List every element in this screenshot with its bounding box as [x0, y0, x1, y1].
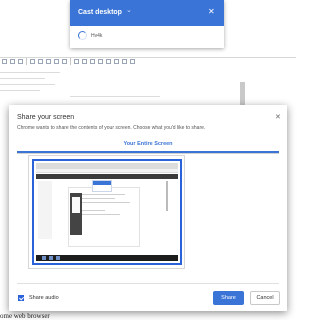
screen-selection[interactable]: [32, 159, 182, 265]
toolbar-icon: [30, 59, 35, 64]
preview-taskbar-icon: [42, 256, 46, 260]
share-screen-dialog: Share your screen ✕ Chrome wants to shar…: [9, 105, 287, 311]
preview-cast-popup: [92, 180, 112, 192]
background-text-line: [0, 78, 45, 79]
preview-scrollbar: [166, 181, 168, 211]
toolbar-icon: [62, 59, 67, 64]
preview-taskbar-icon: [49, 256, 53, 260]
toolbar-icon: [38, 59, 43, 64]
toolbar-divider: [26, 58, 27, 65]
toolbar-icon: [10, 59, 15, 64]
toolbar-divider: [70, 58, 71, 65]
toolbar-icon: [2, 59, 7, 64]
toolbar-icon: [114, 59, 119, 64]
screen-thumbnail[interactable]: [28, 155, 185, 269]
cancel-button[interactable]: Cancel: [250, 291, 280, 305]
close-icon[interactable]: ✕: [275, 113, 281, 121]
toolbar-icon: [130, 59, 135, 64]
cast-desktop-popup: Cast desktop ⌄ ✕ Hv4k: [70, 0, 224, 48]
background-toolbar: [0, 57, 296, 65]
toolbar-icon: [46, 59, 51, 64]
background-text-line: [0, 90, 40, 91]
cast-device-row[interactable]: Hv4k: [70, 26, 224, 48]
preview-text-line: [75, 202, 130, 203]
toolbar-icon: [90, 59, 95, 64]
toolbar-icon: [18, 59, 23, 64]
dialog-title: Share your screen: [17, 114, 75, 121]
background-text-line: [0, 72, 60, 73]
preview-text-line: [75, 194, 125, 195]
toolbar-icon: [98, 59, 103, 64]
background-text-line: [0, 84, 55, 85]
tab-entire-screen[interactable]: Your Entire Screen: [9, 141, 287, 147]
preview-address-bar: [36, 169, 178, 173]
preview-cast-header: [93, 181, 111, 185]
dialog-description: Chrome wants to share the contents of yo…: [17, 125, 206, 131]
toolbar-icon: [82, 59, 87, 64]
loading-spinner-icon: [78, 31, 87, 40]
preview-sidebar: [38, 181, 52, 239]
share-button[interactable]: Share: [213, 291, 244, 305]
preview-toolbar: [36, 174, 178, 179]
preview-dialog-content: [72, 197, 80, 213]
close-icon[interactable]: ✕: [208, 7, 215, 16]
chevron-down-icon[interactable]: ⌄: [126, 6, 132, 14]
cast-device-name: Hv4k: [91, 33, 103, 39]
checkbox-checked-icon[interactable]: [18, 295, 24, 301]
cast-title: Cast desktop: [78, 9, 122, 16]
preview-taskbar-icon: [56, 256, 60, 260]
cast-header: Cast desktop ⌄ ✕: [70, 0, 224, 26]
screen-list: [17, 154, 279, 284]
toolbar-icon: [74, 59, 79, 64]
toolbar-icon: [54, 59, 59, 64]
background-text: ome web browser: [0, 312, 50, 320]
share-audio-label[interactable]: Share audio: [29, 295, 59, 301]
screen-preview: [36, 163, 178, 261]
toolbar-icon: [106, 59, 111, 64]
background-text-line: [70, 96, 160, 97]
toolbar-icon: [122, 59, 127, 64]
